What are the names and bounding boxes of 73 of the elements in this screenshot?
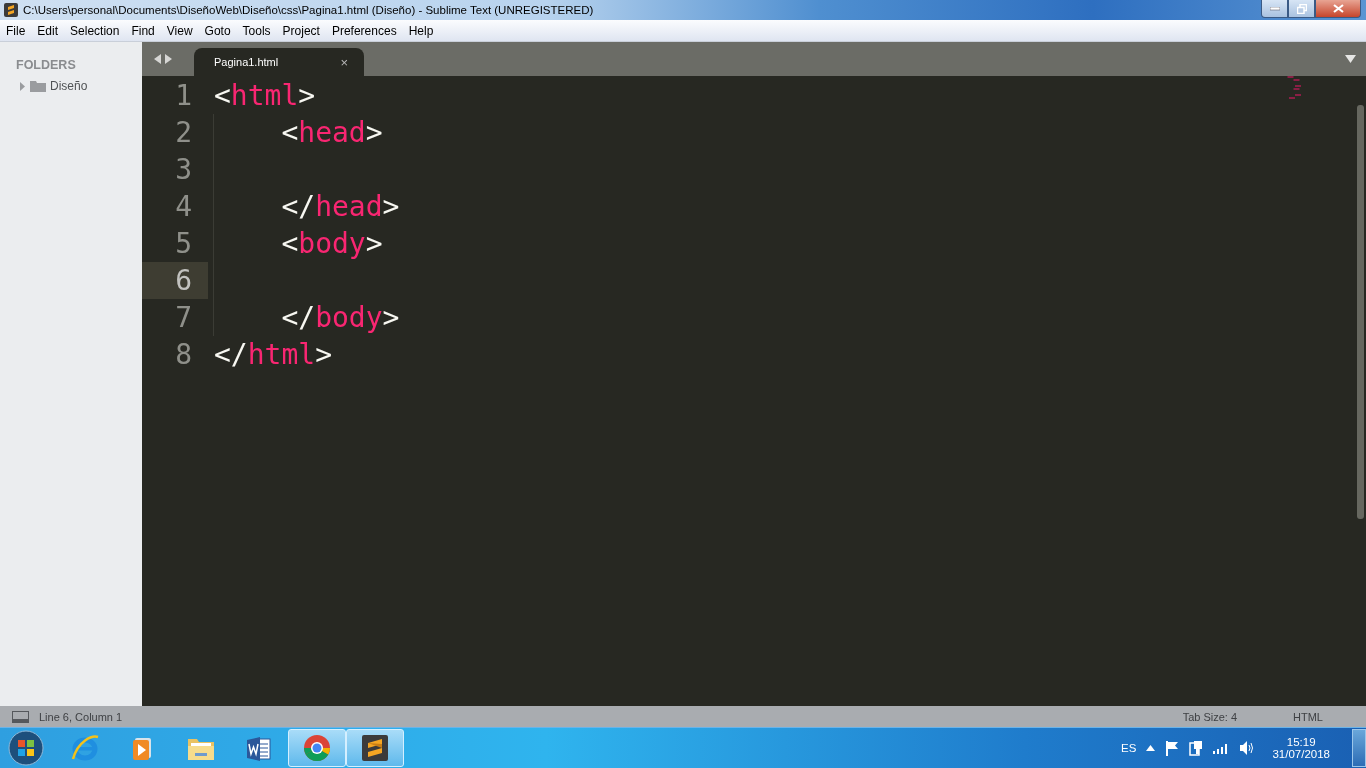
clock-date[interactable]: 31/07/2018 bbox=[1272, 748, 1330, 760]
cursor-position: Line 6, Column 1 bbox=[39, 710, 123, 723]
menu-item[interactable]: Selection bbox=[64, 23, 126, 38]
line-number: 3 bbox=[175, 153, 192, 186]
line-number: 5 bbox=[175, 227, 192, 260]
code-punctuation: < bbox=[280, 227, 299, 260]
menu-item[interactable]: Preferences bbox=[325, 23, 403, 38]
line-number: 2 bbox=[175, 116, 192, 149]
code-punctuation: < bbox=[214, 79, 231, 112]
language-indicator[interactable]: ES bbox=[1121, 742, 1137, 754]
sublime-logo-icon bbox=[360, 733, 390, 763]
menu-item[interactable]: Goto bbox=[198, 23, 237, 38]
menu-item[interactable]: Find bbox=[125, 23, 161, 38]
taskbar-button[interactable] bbox=[346, 729, 404, 767]
restore-button[interactable] bbox=[1288, 0, 1315, 18]
sidebar-heading: FOLDERS bbox=[16, 58, 76, 72]
menu-item[interactable]: Project bbox=[276, 23, 326, 38]
chrome-icon bbox=[302, 733, 332, 763]
window-title: C:\Users\personal\Documents\DiseñoWeb\Diseño\css\Pagina1.html (Diseño) - Sublime Text (UNREGISTERED) bbox=[23, 4, 594, 16]
code-punctuation: > bbox=[365, 227, 383, 260]
menu-item[interactable]: Edit bbox=[31, 23, 65, 38]
show-hidden-icons-icon[interactable] bbox=[1146, 745, 1156, 751]
forward-arrow-icon[interactable] bbox=[165, 54, 172, 64]
tag-name: html bbox=[230, 79, 299, 112]
menu-item[interactable]: Tools bbox=[236, 23, 277, 38]
tag-name: body bbox=[315, 301, 383, 334]
code-punctuation: </ bbox=[214, 338, 248, 371]
menu-item[interactable]: File bbox=[0, 23, 32, 38]
app-icon bbox=[4, 3, 18, 17]
code-punctuation: </ bbox=[280, 301, 316, 334]
tab-size-indicator[interactable]: Tab Size: 4 bbox=[1182, 710, 1238, 723]
line-number: 8 bbox=[175, 338, 192, 371]
folder-icon bbox=[30, 80, 46, 92]
code-punctuation: > bbox=[382, 190, 400, 223]
code-punctuation: > bbox=[365, 116, 383, 149]
code-punctuation: < bbox=[280, 116, 299, 149]
globe-e-icon bbox=[70, 733, 100, 763]
restore-icon bbox=[1296, 3, 1307, 14]
minimize-icon bbox=[1269, 6, 1280, 11]
line-number: 1 bbox=[175, 79, 192, 112]
back-arrow-icon[interactable] bbox=[154, 54, 161, 64]
clock-time[interactable]: 15:19 bbox=[1286, 736, 1316, 748]
code-punctuation: </ bbox=[280, 190, 316, 223]
code-punctuation: > bbox=[315, 338, 332, 371]
dropdown-arrow-icon[interactable] bbox=[1345, 55, 1356, 63]
tab-label[interactable]: Pagina1.html bbox=[214, 56, 279, 68]
folder-item[interactable]: Diseño bbox=[50, 79, 88, 93]
menu-item[interactable]: Help bbox=[402, 23, 440, 38]
start-button[interactable] bbox=[8, 730, 44, 766]
minimize-button[interactable] bbox=[1261, 0, 1288, 18]
code-punctuation: > bbox=[298, 79, 316, 112]
tag-name: head bbox=[315, 190, 383, 223]
close-icon bbox=[1332, 4, 1344, 13]
power-plug-icon[interactable] bbox=[1189, 740, 1204, 756]
close-button[interactable] bbox=[1315, 0, 1361, 18]
line-number: 7 bbox=[175, 301, 192, 334]
tag-name: html bbox=[247, 338, 316, 371]
flag-icon[interactable] bbox=[1165, 740, 1180, 756]
file-tab[interactable]: Pagina1.html × bbox=[194, 48, 364, 76]
scrollbar-thumb[interactable] bbox=[1357, 105, 1364, 519]
menu-item[interactable]: View bbox=[160, 23, 199, 38]
tab-close-button[interactable]: × bbox=[340, 54, 348, 70]
show-desktop-button[interactable] bbox=[1352, 729, 1366, 767]
signal-icon[interactable] bbox=[1213, 742, 1230, 754]
syntax-indicator[interactable]: HTML bbox=[1293, 710, 1323, 723]
line-number: 6 bbox=[175, 264, 192, 297]
tag-name: body bbox=[298, 227, 366, 260]
tag-name: head bbox=[298, 116, 366, 149]
disclosure-triangle-icon[interactable] bbox=[19, 81, 26, 91]
speaker-icon[interactable] bbox=[1239, 741, 1255, 755]
panel-toggle-icon[interactable] bbox=[12, 710, 29, 723]
code-punctuation: > bbox=[382, 301, 400, 334]
line-number: 4 bbox=[175, 190, 192, 223]
